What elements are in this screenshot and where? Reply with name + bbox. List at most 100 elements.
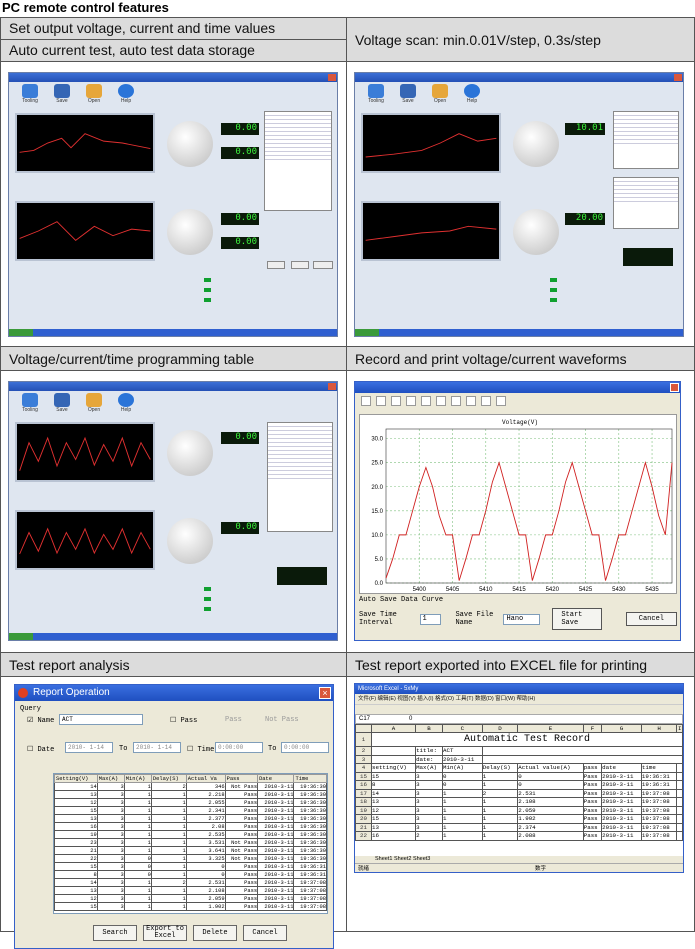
- table-row[interactable]: 15 3 1 1 2.341 Pass 2010-3-11 19:36:30: [54, 806, 327, 815]
- sheet-cell[interactable]: 3: [415, 780, 443, 790]
- sheet-cell[interactable]: Pass: [582, 788, 603, 798]
- sheet-cell[interactable]: 19:37:08: [640, 822, 678, 832]
- sheet-cell[interactable]: 1: [441, 814, 483, 824]
- sheet-cell[interactable]: 2.059: [517, 805, 584, 815]
- sheet-cell[interactable]: Pass: [582, 814, 603, 824]
- column-header[interactable]: Max(A): [96, 774, 125, 783]
- sheet-cell[interactable]: 15: [370, 814, 417, 824]
- close-icon[interactable]: [328, 383, 336, 390]
- save-icon[interactable]: [466, 396, 476, 406]
- sheet-cell[interactable]: 1: [481, 831, 519, 841]
- table-row[interactable]: 13 3 1 1 2.377 Pass 2010-3-11 19:36:30: [54, 814, 327, 823]
- column-letter[interactable]: G: [601, 724, 642, 733]
- sheet-cell[interactable]: 8: [370, 780, 417, 790]
- name-box[interactable]: C17: [359, 715, 409, 724]
- export-excel-button[interactable]: Export to Excel: [143, 925, 187, 941]
- sheet-cell[interactable]: 1: [441, 831, 483, 841]
- name-checkbox[interactable]: ☑ Name: [27, 716, 54, 725]
- sheet-cell[interactable]: 3: [415, 771, 443, 781]
- table-row[interactable]: 16 3 1 1 2.08 Pass 2010-3-11 19:36:30: [54, 822, 327, 831]
- cursor-icon[interactable]: [436, 396, 446, 406]
- table-row[interactable]: 15 3 0 1 0 Pass 2010-3-11 19:36:31: [54, 862, 327, 871]
- sheet-row[interactable]: 22 16 2 1 1 2.088 Pass 2010-3-11 19:37:08: [355, 831, 683, 841]
- table-row[interactable]: 8 3 0 1 0 Pass 2010-3-11 19:36:31: [54, 870, 327, 879]
- current-knob[interactable]: [167, 518, 213, 564]
- open-button[interactable]: Open: [81, 84, 107, 106]
- column-letter[interactable]: B: [415, 724, 443, 733]
- sheet-row[interactable]: 21 13 3 1 1 2.374 Pass 2010-3-11 19:37:08: [355, 822, 683, 832]
- sheet-cell[interactable]: 1: [481, 771, 519, 781]
- table-row[interactable]: 12 3 1 1 2.059 Pass 2010-3-11 19:37:08: [54, 894, 327, 903]
- table-row[interactable]: 19 3 1 1 2.535 Pass 2010-3-11 19:36:30: [54, 830, 327, 839]
- sheet-cell[interactable]: 19:37:08: [640, 814, 678, 824]
- table-row[interactable]: 23 3 1 1 3.531 Not Pass 2010-3-11 19:36:30: [54, 838, 327, 847]
- sheet-row[interactable]: 15 15 3 0 1 0 Pass 2010-3-11 19:36:31: [355, 771, 683, 781]
- sheet-cell[interactable]: 0: [441, 780, 483, 790]
- sheet-cell[interactable]: 2010-3-11: [601, 831, 642, 841]
- sheet-cell[interactable]: 0: [517, 780, 584, 790]
- table-row[interactable]: 13 3 1 1 2.108 Pass 2010-3-11 19:37:08: [54, 886, 327, 895]
- sheet-cell[interactable]: 2.088: [517, 831, 584, 841]
- table-row[interactable]: 22 3 0 1 3.325 Not Pass 2010-3-11 19:36:30: [54, 854, 327, 863]
- sheet-cell[interactable]: 0: [517, 771, 584, 781]
- sheet-cell[interactable]: 13: [370, 797, 417, 807]
- sheet-row[interactable]: 20 15 3 1 1 1.902 Pass 2010-3-11 19:37:08: [355, 814, 683, 824]
- sheet-cell[interactable]: 13: [370, 822, 417, 832]
- sheet-cell[interactable]: 2010-3-11: [601, 814, 642, 824]
- run-button[interactable]: [267, 261, 285, 269]
- column-letter[interactable]: H: [640, 724, 678, 733]
- start-save-button[interactable]: Start Save: [552, 608, 602, 630]
- column-header[interactable]: Actual Va: [185, 774, 226, 783]
- sheet-cell[interactable]: 19:36:31: [640, 780, 678, 790]
- sheet-cell[interactable]: 2: [415, 831, 443, 841]
- sheet-row[interactable]: 19 12 3 1 1 2.059 Pass 2010-3-11 19:37:08: [355, 805, 683, 815]
- time-checkbox[interactable]: ☐ Time: [187, 745, 214, 754]
- sheet-row[interactable]: 17 14 3 1 2 2.531 Pass 2010-3-11 19:37:08: [355, 788, 683, 798]
- help-button[interactable]: Help: [459, 84, 485, 106]
- table-row[interactable]: 21 3 1 1 3.641 Not Pass 2010-3-11 19:36:30: [54, 846, 327, 855]
- help-button[interactable]: Help: [113, 84, 139, 106]
- sheet-cell[interactable]: 1: [441, 797, 483, 807]
- voltage-knob[interactable]: [167, 430, 213, 476]
- sheet-cell[interactable]: 2010-3-11: [601, 788, 642, 798]
- sheet-cell[interactable]: Pass: [582, 831, 603, 841]
- sheet-cell[interactable]: 2.108: [517, 797, 584, 807]
- date-from-field[interactable]: 2010- 1-14: [65, 742, 113, 753]
- start-button[interactable]: [9, 329, 33, 336]
- tooling-button[interactable]: Tooling: [17, 393, 43, 415]
- interval-input[interactable]: 1: [419, 613, 442, 625]
- sheet-cell[interactable]: 0: [441, 771, 483, 781]
- close-icon[interactable]: [674, 74, 682, 81]
- sheet-tab[interactable]: Sheet1: [375, 856, 394, 862]
- column-letter[interactable]: C: [441, 724, 483, 733]
- sheet-cell[interactable]: 1: [481, 814, 519, 824]
- sheet-row[interactable]: 16 8 3 0 1 0 Pass 2010-3-11 19:36:31: [355, 780, 683, 790]
- column-header[interactable]: Time: [293, 774, 327, 783]
- time-from-field[interactable]: 0:00:00: [215, 742, 263, 753]
- column-letter[interactable]: D: [481, 724, 519, 733]
- save-button[interactable]: Save: [395, 84, 421, 106]
- save-button[interactable]: Save: [49, 393, 75, 415]
- tooling-button[interactable]: Tooling: [363, 84, 389, 106]
- cancel-button[interactable]: Cancel: [625, 612, 677, 626]
- current-knob[interactable]: [167, 209, 213, 255]
- column-header[interactable]: Date: [257, 774, 295, 783]
- sheet-cell[interactable]: Pass: [582, 780, 603, 790]
- pan-icon[interactable]: [391, 396, 401, 406]
- table-row[interactable]: 12 3 1 1 2.055 Pass 2010-3-11 19:36:30: [54, 798, 327, 807]
- sheet-cell[interactable]: 2010-3-11: [601, 822, 642, 832]
- file-name-input[interactable]: Hano: [503, 613, 541, 625]
- column-header[interactable]: Min(A): [123, 774, 152, 783]
- sheet-cell[interactable]: 2010-3-11: [601, 780, 642, 790]
- sheet-cell[interactable]: 19:37:08: [640, 797, 678, 807]
- sheet-cell[interactable]: 19:37:08: [640, 788, 678, 798]
- open-button[interactable]: Open: [427, 84, 453, 106]
- column-header[interactable]: Pass: [224, 774, 259, 783]
- name-select[interactable]: ACT: [59, 714, 143, 725]
- sheet-cell[interactable]: 3: [415, 797, 443, 807]
- close-icon[interactable]: ×: [319, 687, 331, 699]
- start-button[interactable]: [9, 633, 33, 640]
- sheet-cell[interactable]: 2.374: [517, 822, 584, 832]
- column-letter[interactable]: F: [582, 724, 603, 733]
- sheet-cell[interactable]: Pass: [582, 797, 603, 807]
